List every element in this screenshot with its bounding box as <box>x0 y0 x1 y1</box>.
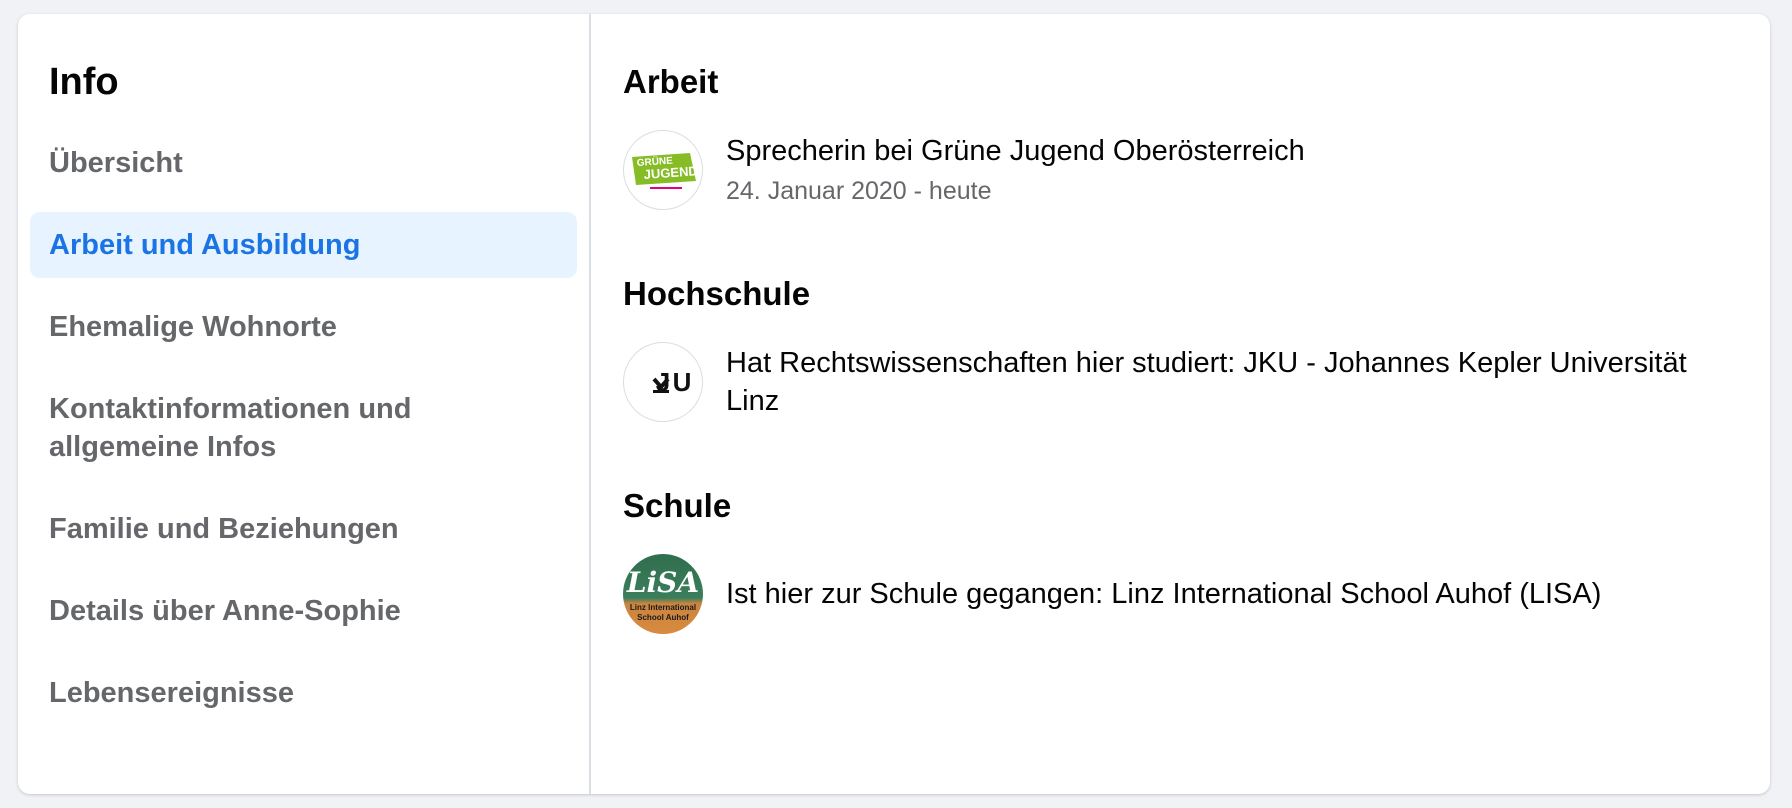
jku-logo-icon[interactable]: J U <box>623 342 703 422</box>
school-description[interactable]: Ist hier zur Schule gegangen: Linz Inter… <box>726 575 1601 613</box>
sidebar-item-life-events[interactable]: Lebensereignisse <box>30 660 577 726</box>
work-entry: GRÜNE JUGEND Sprecherin bei Grüne Jugend… <box>623 130 1738 210</box>
school-section-title: Schule <box>623 487 732 524</box>
work-section-title: Arbeit <box>623 63 719 100</box>
work-date-range: 24. Januar 2020 - heute <box>726 177 992 205</box>
work-position[interactable]: Sprecherin bei Grüne Jugend Oberösterrei… <box>726 132 1305 170</box>
about-sidebar: Info Übersicht Arbeit und Ausbildung Ehe… <box>18 14 591 794</box>
sidebar-item-contact-info[interactable]: Kontaktinformationen und allgemeine Info… <box>30 376 577 480</box>
gruene-jugend-logo-icon[interactable]: GRÜNE JUGEND <box>623 130 703 210</box>
university-description[interactable]: Hat Rechtswissenschaften hier studiert: … <box>726 344 1738 420</box>
sidebar-item-details[interactable]: Details über Anne-Sophie <box>30 578 577 644</box>
about-main: Arbeit GRÜNE JUGEND Sprecherin bei Grüne… <box>591 14 1770 794</box>
svg-text:School Auhof: School Auhof <box>637 613 689 622</box>
sidebar-item-work-education[interactable]: Arbeit und Ausbildung <box>30 212 577 278</box>
about-card: Info Übersicht Arbeit und Ausbildung Ehe… <box>18 14 1770 794</box>
university-section-title: Hochschule <box>623 275 811 312</box>
svg-text:LiSA: LiSA <box>626 566 699 599</box>
work-entry-text: Sprecherin bei Grüne Jugend Oberösterrei… <box>726 132 1305 208</box>
university-entry-text: Hat Rechtswissenschaften hier studiert: … <box>726 344 1738 420</box>
sidebar-nav: Übersicht Arbeit und Ausbildung Ehemalig… <box>30 130 577 726</box>
school-entry-text: Ist hier zur Schule gegangen: Linz Inter… <box>726 575 1601 613</box>
university-entry: J U Hat Rechtswissenschaften hier studie… <box>623 342 1738 422</box>
svg-text:Linz International: Linz International <box>630 603 696 612</box>
lisa-logo-icon[interactable]: LiSA Linz International School Auhof <box>623 554 703 634</box>
school-entry: LiSA Linz International School Auhof Ist… <box>623 554 1738 634</box>
sidebar-item-family-relationships[interactable]: Familie und Beziehungen <box>30 496 577 562</box>
sidebar-item-overview[interactable]: Übersicht <box>30 130 577 196</box>
sidebar-title: Info <box>49 61 119 103</box>
sidebar-item-places-lived[interactable]: Ehemalige Wohnorte <box>30 294 577 360</box>
svg-text:U: U <box>673 367 692 397</box>
